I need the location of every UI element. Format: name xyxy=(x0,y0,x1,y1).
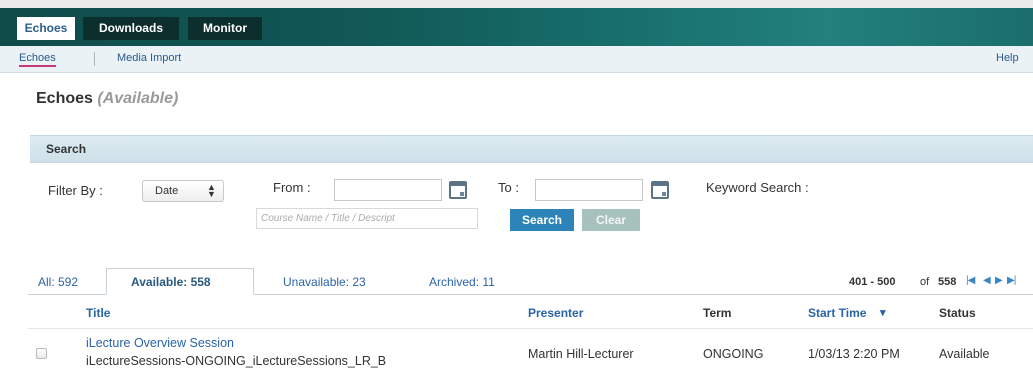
status-tab-all[interactable]: All: 592 xyxy=(38,275,78,289)
keyword-search-label: Keyword Search : xyxy=(706,180,809,195)
row-section: iLectureSessions-ONGOING_iLectureSession… xyxy=(86,354,387,368)
row-term: ONGOING xyxy=(703,347,764,361)
tab-monitor[interactable]: Monitor xyxy=(188,17,262,40)
row-checkbox[interactable] xyxy=(36,348,47,359)
clear-button[interactable]: Clear xyxy=(582,209,640,231)
from-date-input[interactable] xyxy=(334,179,442,201)
help-link[interactable]: Help xyxy=(996,52,1019,64)
sub-nav-media-import[interactable]: Media Import xyxy=(117,52,181,64)
sub-nav-echoes[interactable]: Echoes xyxy=(19,52,56,67)
to-label: To : xyxy=(498,180,519,195)
search-button[interactable]: Search xyxy=(510,209,574,231)
status-tab-archived[interactable]: Archived: 11 xyxy=(429,275,495,289)
keyword-search-input[interactable]: Course Name / Title / Descript xyxy=(256,208,478,229)
row-title-link[interactable]: iLecture Overview Session xyxy=(86,336,234,350)
from-label: From : xyxy=(273,180,311,195)
page-title-text: Echoes xyxy=(36,90,93,107)
search-panel-title: Search xyxy=(46,142,87,156)
select-arrows-icon: ▲ ▼ xyxy=(207,182,216,199)
sort-descending-icon[interactable]: ▾ xyxy=(880,306,886,319)
pager-of: of xyxy=(920,276,930,288)
filter-by-select[interactable]: Date ▲ ▼ xyxy=(142,180,224,202)
column-status: Status xyxy=(939,306,976,320)
to-calendar-icon[interactable] xyxy=(651,181,669,199)
first-page-icon[interactable]: |◀ xyxy=(966,275,975,286)
search-panel-header: Search xyxy=(30,135,1033,163)
status-tab-unavailable[interactable]: Unavailable: 23 xyxy=(283,275,366,289)
page-title-status: (Available) xyxy=(97,90,179,107)
from-calendar-icon[interactable] xyxy=(449,181,467,199)
sub-nav-divider xyxy=(94,52,95,66)
page-title: Echoes (Available) xyxy=(36,90,178,108)
tab-echoes[interactable]: Echoes xyxy=(17,17,75,40)
row-start-time: 1/03/13 2:20 PM xyxy=(808,347,900,361)
row-status: Available xyxy=(939,347,990,361)
to-date-input[interactable] xyxy=(535,179,643,201)
column-presenter[interactable]: Presenter xyxy=(528,306,583,320)
prev-page-icon[interactable]: ◀ xyxy=(983,275,991,286)
last-page-icon[interactable]: ▶| xyxy=(1007,275,1016,286)
filter-by-label: Filter By : xyxy=(48,183,103,198)
status-tab-available[interactable]: Available: 558 xyxy=(131,275,211,289)
window-top-strip xyxy=(0,0,1033,8)
table-header-divider xyxy=(28,328,1033,329)
pager-range: 401 - 500 xyxy=(849,276,895,288)
column-term: Term xyxy=(703,306,732,320)
next-page-icon[interactable]: ▶ xyxy=(995,275,1003,286)
pager-range-value: 401 - 500 xyxy=(849,276,896,288)
filter-by-value: Date xyxy=(155,185,179,197)
row-presenter: Martin Hill-Lecturer xyxy=(528,347,634,361)
pager-total-value: 558 xyxy=(938,276,957,288)
tab-downloads[interactable]: Downloads xyxy=(83,17,179,40)
column-title[interactable]: Title xyxy=(86,306,110,320)
pager-total: 558 xyxy=(938,276,956,288)
sub-nav-bar: Echoes Media Import Help xyxy=(0,46,1033,73)
column-start-time[interactable]: Start Time xyxy=(808,306,866,320)
